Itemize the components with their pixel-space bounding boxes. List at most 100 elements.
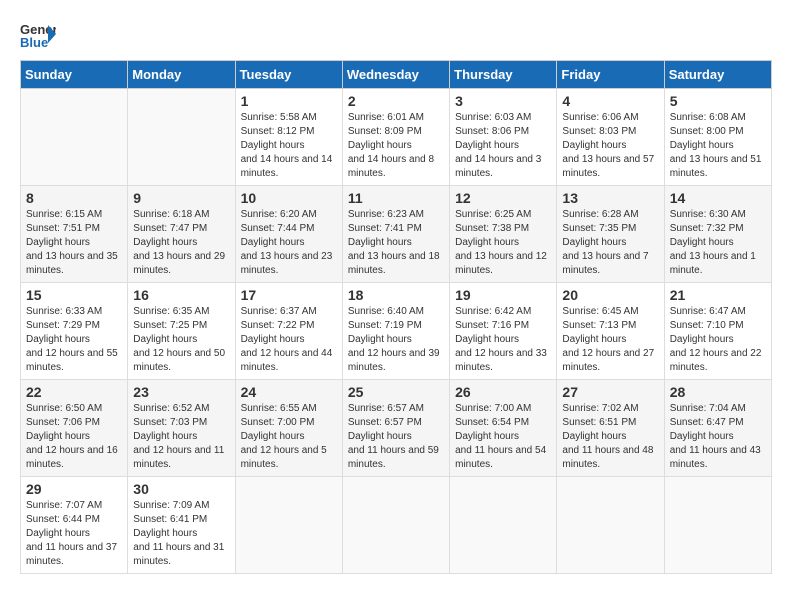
day-number: 27	[562, 384, 658, 400]
day-info: Sunrise: 6:03 AM Sunset: 8:06 PM Dayligh…	[455, 111, 551, 181]
calendar-week-row: 8 Sunrise: 6:15 AM Sunset: 7:51 PM Dayli…	[21, 186, 772, 283]
day-info: Sunrise: 6:20 AM Sunset: 7:44 PM Dayligh…	[241, 208, 337, 278]
calendar-table: SundayMondayTuesdayWednesdayThursdayFrid…	[20, 60, 772, 574]
weekday-header: Friday	[557, 61, 664, 89]
day-info: Sunrise: 6:35 AM Sunset: 7:25 PM Dayligh…	[133, 305, 229, 375]
day-info: Sunrise: 6:18 AM Sunset: 7:47 PM Dayligh…	[133, 208, 229, 278]
calendar-day	[664, 477, 771, 574]
day-info: Sunrise: 7:00 AM Sunset: 6:54 PM Dayligh…	[455, 402, 551, 472]
day-info: Sunrise: 6:45 AM Sunset: 7:13 PM Dayligh…	[562, 305, 658, 375]
day-info: Sunrise: 6:15 AM Sunset: 7:51 PM Dayligh…	[26, 208, 122, 278]
day-number: 21	[670, 287, 766, 303]
day-number: 1	[241, 93, 337, 109]
day-info: Sunrise: 5:58 AM Sunset: 8:12 PM Dayligh…	[241, 111, 337, 181]
weekday-header: Thursday	[450, 61, 557, 89]
day-info: Sunrise: 6:52 AM Sunset: 7:03 PM Dayligh…	[133, 402, 229, 472]
day-number: 15	[26, 287, 122, 303]
day-number: 3	[455, 93, 551, 109]
calendar-day: 28 Sunrise: 7:04 AM Sunset: 6:47 PM Dayl…	[664, 380, 771, 477]
calendar-day: 2 Sunrise: 6:01 AM Sunset: 8:09 PM Dayli…	[342, 89, 449, 186]
day-info: Sunrise: 6:08 AM Sunset: 8:00 PM Dayligh…	[670, 111, 766, 181]
calendar-day: 11 Sunrise: 6:23 AM Sunset: 7:41 PM Dayl…	[342, 186, 449, 283]
day-info: Sunrise: 6:37 AM Sunset: 7:22 PM Dayligh…	[241, 305, 337, 375]
day-number: 18	[348, 287, 444, 303]
day-number: 20	[562, 287, 658, 303]
day-number: 30	[133, 481, 229, 497]
day-number: 26	[455, 384, 551, 400]
calendar-day: 4 Sunrise: 6:06 AM Sunset: 8:03 PM Dayli…	[557, 89, 664, 186]
day-number: 19	[455, 287, 551, 303]
calendar-day: 17 Sunrise: 6:37 AM Sunset: 7:22 PM Dayl…	[235, 283, 342, 380]
day-info: Sunrise: 6:01 AM Sunset: 8:09 PM Dayligh…	[348, 111, 444, 181]
day-number: 9	[133, 190, 229, 206]
calendar-day	[557, 477, 664, 574]
calendar-day: 29 Sunrise: 7:07 AM Sunset: 6:44 PM Dayl…	[21, 477, 128, 574]
logo: General Blue	[20, 20, 56, 50]
day-number: 25	[348, 384, 444, 400]
day-number: 16	[133, 287, 229, 303]
calendar-day	[235, 477, 342, 574]
calendar-day: 5 Sunrise: 6:08 AM Sunset: 8:00 PM Dayli…	[664, 89, 771, 186]
calendar-body: 1 Sunrise: 5:58 AM Sunset: 8:12 PM Dayli…	[21, 89, 772, 574]
day-number: 17	[241, 287, 337, 303]
logo-icon: General Blue	[20, 20, 56, 50]
calendar-week-row: 29 Sunrise: 7:07 AM Sunset: 6:44 PM Dayl…	[21, 477, 772, 574]
day-info: Sunrise: 7:09 AM Sunset: 6:41 PM Dayligh…	[133, 499, 229, 569]
calendar-day: 24 Sunrise: 6:55 AM Sunset: 7:00 PM Dayl…	[235, 380, 342, 477]
day-info: Sunrise: 6:47 AM Sunset: 7:10 PM Dayligh…	[670, 305, 766, 375]
calendar-day: 19 Sunrise: 6:42 AM Sunset: 7:16 PM Dayl…	[450, 283, 557, 380]
svg-text:Blue: Blue	[20, 35, 48, 50]
day-number: 22	[26, 384, 122, 400]
calendar-day	[450, 477, 557, 574]
weekday-header: Sunday	[21, 61, 128, 89]
weekday-header: Monday	[128, 61, 235, 89]
calendar-day: 8 Sunrise: 6:15 AM Sunset: 7:51 PM Dayli…	[21, 186, 128, 283]
day-info: Sunrise: 6:23 AM Sunset: 7:41 PM Dayligh…	[348, 208, 444, 278]
day-number: 24	[241, 384, 337, 400]
day-info: Sunrise: 6:06 AM Sunset: 8:03 PM Dayligh…	[562, 111, 658, 181]
calendar-day: 1 Sunrise: 5:58 AM Sunset: 8:12 PM Dayli…	[235, 89, 342, 186]
day-number: 28	[670, 384, 766, 400]
day-number: 11	[348, 190, 444, 206]
day-info: Sunrise: 7:02 AM Sunset: 6:51 PM Dayligh…	[562, 402, 658, 472]
day-number: 13	[562, 190, 658, 206]
calendar-day: 21 Sunrise: 6:47 AM Sunset: 7:10 PM Dayl…	[664, 283, 771, 380]
calendar-day: 23 Sunrise: 6:52 AM Sunset: 7:03 PM Dayl…	[128, 380, 235, 477]
day-number: 14	[670, 190, 766, 206]
day-info: Sunrise: 6:28 AM Sunset: 7:35 PM Dayligh…	[562, 208, 658, 278]
calendar-day: 15 Sunrise: 6:33 AM Sunset: 7:29 PM Dayl…	[21, 283, 128, 380]
calendar-day: 14 Sunrise: 6:30 AM Sunset: 7:32 PM Dayl…	[664, 186, 771, 283]
calendar-day	[342, 477, 449, 574]
calendar-header-row: SundayMondayTuesdayWednesdayThursdayFrid…	[21, 61, 772, 89]
day-info: Sunrise: 7:07 AM Sunset: 6:44 PM Dayligh…	[26, 499, 122, 569]
day-number: 5	[670, 93, 766, 109]
day-info: Sunrise: 6:40 AM Sunset: 7:19 PM Dayligh…	[348, 305, 444, 375]
day-info: Sunrise: 6:57 AM Sunset: 6:57 PM Dayligh…	[348, 402, 444, 472]
calendar-day: 30 Sunrise: 7:09 AM Sunset: 6:41 PM Dayl…	[128, 477, 235, 574]
calendar-day: 27 Sunrise: 7:02 AM Sunset: 6:51 PM Dayl…	[557, 380, 664, 477]
day-number: 23	[133, 384, 229, 400]
page-header: General Blue	[20, 20, 772, 50]
day-number: 29	[26, 481, 122, 497]
weekday-header: Wednesday	[342, 61, 449, 89]
day-info: Sunrise: 6:42 AM Sunset: 7:16 PM Dayligh…	[455, 305, 551, 375]
calendar-day: 25 Sunrise: 6:57 AM Sunset: 6:57 PM Dayl…	[342, 380, 449, 477]
calendar-day	[128, 89, 235, 186]
calendar-day: 12 Sunrise: 6:25 AM Sunset: 7:38 PM Dayl…	[450, 186, 557, 283]
day-number: 2	[348, 93, 444, 109]
day-info: Sunrise: 7:04 AM Sunset: 6:47 PM Dayligh…	[670, 402, 766, 472]
calendar-week-row: 22 Sunrise: 6:50 AM Sunset: 7:06 PM Dayl…	[21, 380, 772, 477]
calendar-day: 26 Sunrise: 7:00 AM Sunset: 6:54 PM Dayl…	[450, 380, 557, 477]
day-number: 8	[26, 190, 122, 206]
weekday-header: Tuesday	[235, 61, 342, 89]
day-number: 12	[455, 190, 551, 206]
day-info: Sunrise: 6:30 AM Sunset: 7:32 PM Dayligh…	[670, 208, 766, 278]
day-number: 4	[562, 93, 658, 109]
weekday-header: Saturday	[664, 61, 771, 89]
calendar-week-row: 1 Sunrise: 5:58 AM Sunset: 8:12 PM Dayli…	[21, 89, 772, 186]
calendar-day: 10 Sunrise: 6:20 AM Sunset: 7:44 PM Dayl…	[235, 186, 342, 283]
calendar-day: 18 Sunrise: 6:40 AM Sunset: 7:19 PM Dayl…	[342, 283, 449, 380]
calendar-day	[21, 89, 128, 186]
day-info: Sunrise: 6:33 AM Sunset: 7:29 PM Dayligh…	[26, 305, 122, 375]
day-info: Sunrise: 6:55 AM Sunset: 7:00 PM Dayligh…	[241, 402, 337, 472]
